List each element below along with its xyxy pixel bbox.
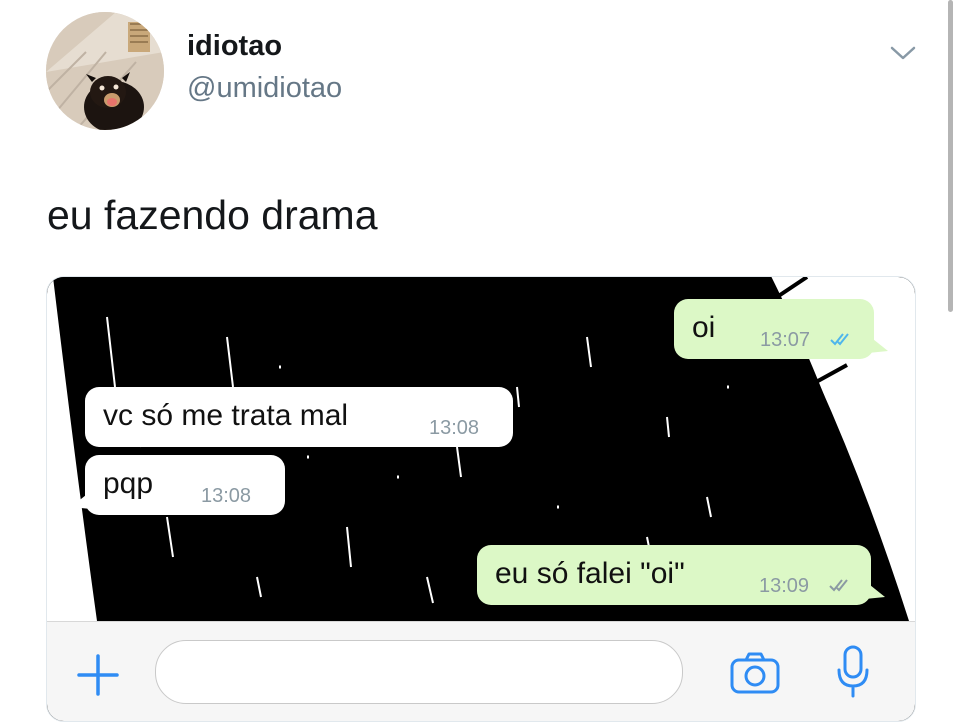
- scrollbar[interactable]: [948, 0, 953, 312]
- microphone-icon[interactable]: [835, 644, 871, 700]
- message-text: vc só me trata mal: [103, 399, 349, 432]
- avatar[interactable]: [46, 12, 164, 130]
- tweet-media[interactable]: oi 13:07 vc só me trata mal 13:08 pqp 13…: [46, 276, 916, 722]
- bubble-tail: [71, 491, 91, 509]
- tweet-text: eu fazendo drama: [47, 192, 378, 238]
- message-bubble-outgoing[interactable]: eu só falei "oi" 13:09: [477, 545, 885, 605]
- message-text: pqp: [103, 467, 154, 500]
- message-bubble-incoming[interactable]: vc só me trata mal 13:08: [85, 387, 513, 447]
- message-input[interactable]: [155, 640, 683, 704]
- camera-icon[interactable]: [729, 650, 781, 696]
- message-text: eu só falei "oi": [495, 557, 685, 590]
- user-handle[interactable]: @umidiotao: [187, 72, 342, 105]
- delivered-receipt-icon: [829, 579, 848, 592]
- message-bubble-outgoing[interactable]: oi 13:07: [674, 299, 888, 359]
- message-bubble-incoming[interactable]: pqp 13:08: [71, 455, 285, 515]
- chat-input-bar: [47, 621, 915, 721]
- message-time: 13:08: [429, 417, 480, 439]
- display-name[interactable]: idiotao: [187, 30, 282, 63]
- message-text: oi: [692, 311, 716, 344]
- read-receipt-icon: [830, 333, 849, 346]
- message-time: 13:08: [201, 485, 252, 507]
- bubble-tail: [865, 581, 885, 599]
- message-time: 13:07: [760, 329, 811, 351]
- bubble-tail: [868, 335, 888, 353]
- chevron-down-icon[interactable]: [888, 40, 918, 66]
- plus-icon[interactable]: [75, 652, 121, 698]
- message-time: 13:09: [759, 575, 810, 597]
